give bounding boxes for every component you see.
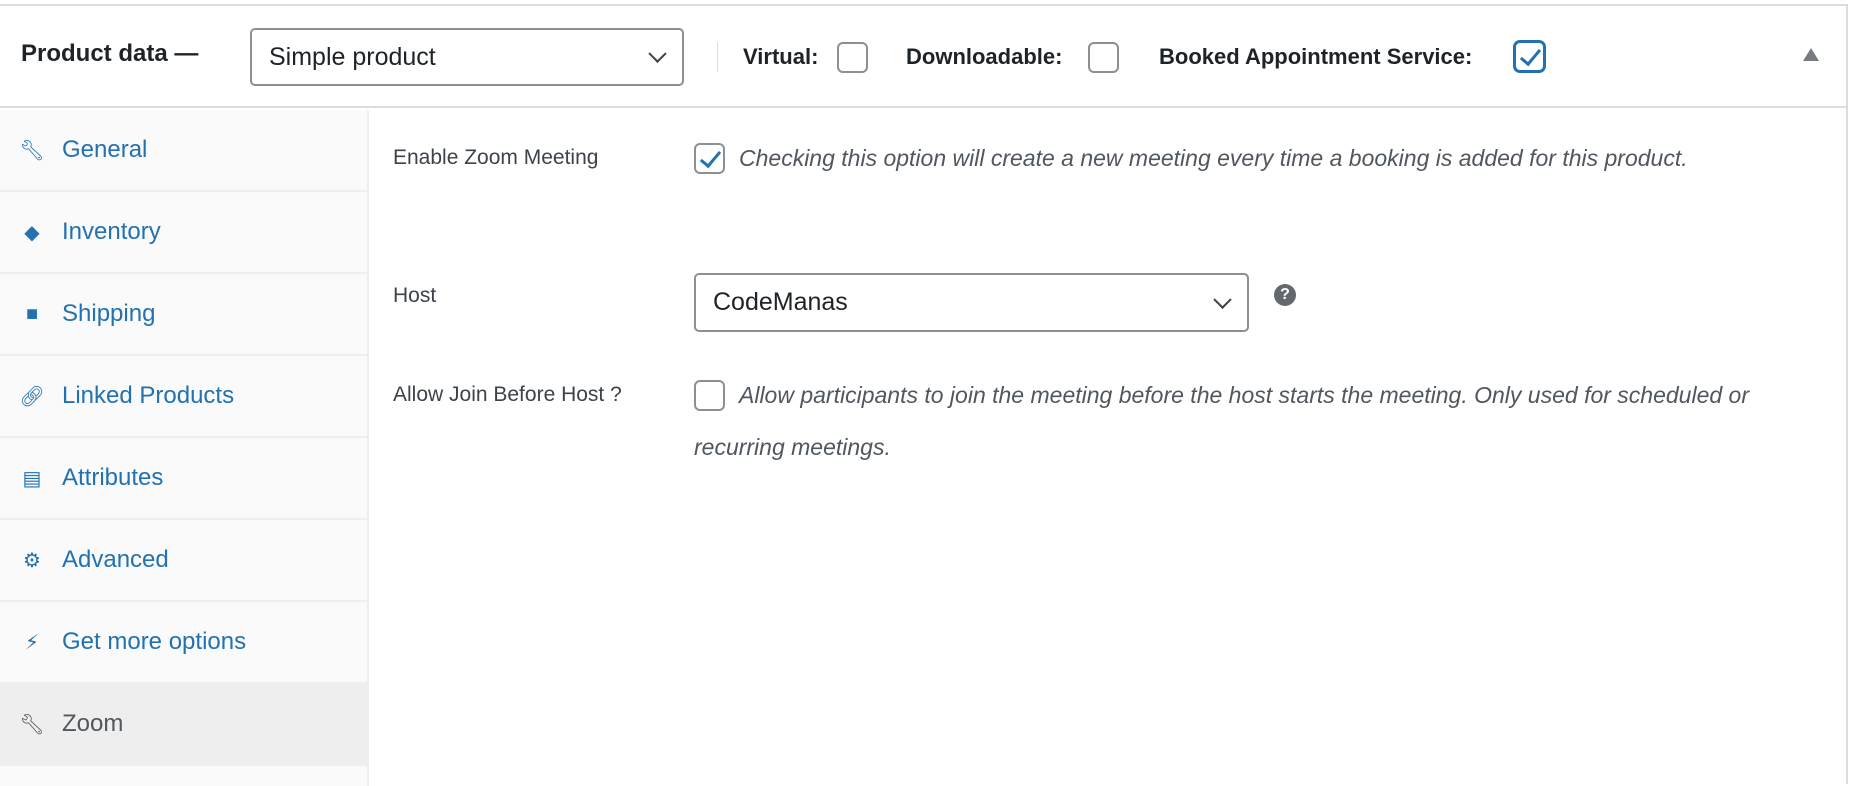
host-value: CodeManas [713, 288, 848, 316]
host-select[interactable]: CodeManas [694, 273, 1249, 332]
tab-shipping[interactable]: ■ Shipping [0, 274, 367, 356]
tab-get-more-options[interactable]: ⚡︎ Get more options [0, 602, 367, 684]
tab-inventory[interactable]: ◆ Inventory [0, 192, 367, 274]
gear-icon: ⚙ [23, 549, 41, 572]
virtual-label: Virtual: [743, 44, 819, 69]
panel-title: Product data — [21, 40, 199, 67]
join-before-host-label: Allow Join Before Host ? [393, 383, 622, 406]
wrench-icon: 🔧︎ [19, 713, 45, 736]
host-label: Host [393, 284, 437, 307]
tab-label: Advanced [62, 546, 169, 573]
tab-label: Linked Products [62, 382, 235, 409]
product-data-tabs: 🔧︎ General ◆ Inventory ■ Shipping 🔗︎ Linked … [0, 110, 369, 786]
panel-header: Product data — Simple product Virtual: D… [0, 6, 1846, 108]
tab-label: Shipping [62, 300, 156, 327]
tab-general[interactable]: 🔧︎ General [0, 110, 367, 192]
product-type-value: Simple product [269, 42, 436, 71]
downloadable-label: Downloadable: [906, 44, 1063, 69]
chevron-down-icon [1213, 290, 1232, 309]
tab-label: Inventory [62, 218, 161, 245]
chevron-down-icon [648, 44, 667, 63]
tab-linked-products[interactable]: 🔗︎ Linked Products [0, 356, 367, 438]
enable-zoom-description: Checking this option will create a new m… [739, 145, 1688, 171]
list-icon: ▤ [22, 467, 42, 490]
divider [717, 42, 718, 72]
join-before-host-description: Allow participants to join the meeting b… [694, 382, 1750, 460]
tab-label: Get more options [62, 628, 247, 655]
collapse-toggle-icon[interactable] [1803, 48, 1819, 61]
virtual-checkbox[interactable] [837, 42, 868, 73]
plugin-icon: ⚡︎ [24, 631, 40, 654]
link-icon: 🔗︎ [19, 385, 45, 408]
help-icon[interactable]: ? [1274, 284, 1296, 306]
tab-label: Zoom [62, 710, 124, 737]
wrench-icon: 🔧︎ [19, 139, 45, 162]
tab-label: General [62, 136, 148, 163]
downloadable-checkbox[interactable] [1088, 42, 1119, 73]
tab-advanced[interactable]: ⚙ Advanced [0, 520, 367, 602]
booked-appointment-label: Booked Appointment Service: [1159, 44, 1473, 69]
tab-zoom[interactable]: 🔧︎ Zoom [0, 684, 367, 766]
tab-attributes[interactable]: ▤ Attributes [0, 438, 367, 520]
tab-label: Attributes [62, 464, 164, 491]
product-type-select[interactable]: Simple product [250, 28, 684, 86]
tag-icon: ◆ [24, 221, 40, 244]
enable-zoom-label: Enable Zoom Meeting [393, 146, 599, 169]
booked-appointment-checkbox[interactable] [1514, 41, 1545, 72]
truck-icon: ■ [25, 302, 39, 325]
